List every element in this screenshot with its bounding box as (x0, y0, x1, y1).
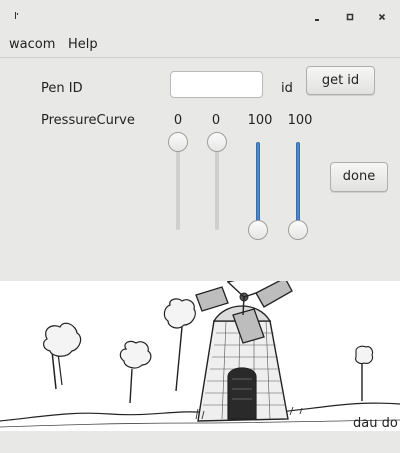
slider-knob[interactable] (288, 220, 308, 240)
pressure-value-1: 0 (173, 113, 183, 128)
tree-far-right (355, 345, 374, 401)
slider-track (215, 142, 219, 230)
pressure-value-3: 100 (247, 113, 273, 128)
menu-help[interactable]: Help (68, 37, 98, 52)
slider-knob[interactable] (248, 220, 268, 240)
tree-right (163, 298, 196, 392)
pressure-slider-3[interactable] (247, 138, 269, 240)
slider-knob[interactable] (168, 132, 188, 152)
tree-left (43, 322, 82, 390)
pressure-value-2: 0 (211, 113, 221, 128)
pressure-curve-label: PressureCurve (41, 113, 135, 128)
slider-fill (296, 142, 300, 230)
menu-bar: wacom Help (0, 33, 400, 58)
slider-track (176, 142, 180, 230)
tree-middle (119, 340, 152, 404)
pressure-slider-1[interactable] (167, 132, 189, 236)
pen-id-label: Pen ID (41, 81, 83, 96)
menu-wacom[interactable]: wacom (9, 37, 55, 52)
slider-fill (256, 142, 260, 230)
windmill-illustration (0, 281, 400, 431)
app-window: wacom Help Pen ID id get id PressureCurv… (0, 0, 400, 453)
pressure-slider-2[interactable] (206, 132, 228, 236)
slider-knob[interactable] (207, 132, 227, 152)
minimize-icon[interactable] (310, 10, 324, 24)
pressure-value-4: 100 (287, 113, 313, 128)
status-bar (0, 431, 400, 453)
image-caption: dau do (353, 416, 398, 431)
pressure-slider-4[interactable] (287, 138, 309, 240)
maximize-icon[interactable] (343, 10, 357, 24)
done-button[interactable]: done (330, 162, 388, 192)
pen-id-input[interactable] (170, 71, 263, 98)
title-bar[interactable] (0, 0, 400, 33)
id-unit-label: id (281, 81, 293, 96)
app-icon (15, 12, 18, 19)
close-icon[interactable] (375, 10, 389, 24)
get-id-button[interactable]: get id (306, 66, 375, 95)
windmill (195, 281, 293, 422)
